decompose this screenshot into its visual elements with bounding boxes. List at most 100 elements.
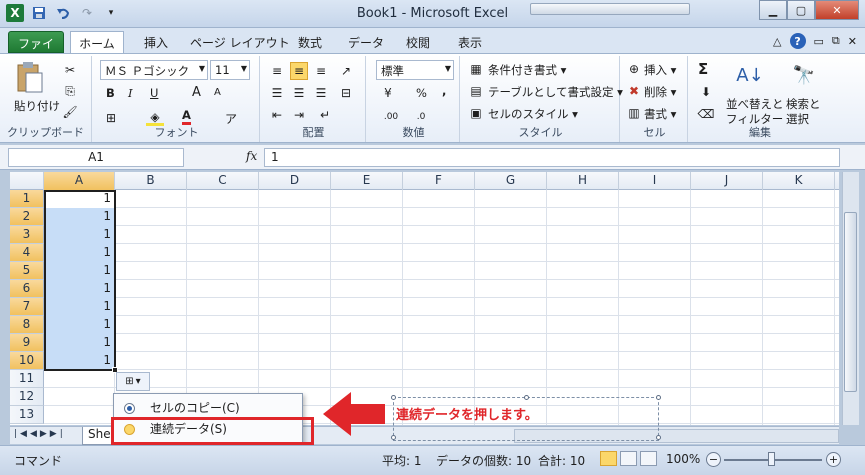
conditional-format-icon[interactable]: ▦ (468, 61, 484, 77)
autofill-option[interactable]: セルのコピー(C) (114, 398, 302, 419)
tab-home[interactable]: ホーム (70, 31, 124, 53)
autofill-options-button[interactable]: ⊞ ▾ (116, 372, 150, 391)
row-header[interactable]: 3 (10, 226, 44, 244)
align-top-icon[interactable]: ≡ (268, 62, 286, 80)
cell-styles-button[interactable]: セルのスタイル ▾ (488, 106, 578, 122)
align-right-icon[interactable]: ☰ (312, 84, 330, 102)
row-header[interactable]: 5 (10, 262, 44, 280)
doc-minimize-icon[interactable]: ▭ (814, 35, 824, 48)
merge-center-icon[interactable]: ⊟ (336, 84, 356, 102)
formula-input[interactable]: 1 (264, 148, 840, 167)
font-size-select[interactable]: 11 ▼ (210, 60, 250, 80)
insert-cells-button[interactable]: 挿入 ▾ (644, 62, 676, 78)
zoom-slider-knob[interactable] (768, 452, 775, 466)
bold-button[interactable]: B (106, 86, 115, 100)
normal-view-button[interactable] (600, 451, 617, 466)
sheet-nav-arrows-icon[interactable]: |◀◀▶▶| (14, 429, 66, 439)
increase-indent-icon[interactable]: ⇥ (290, 106, 308, 124)
find-select-icon[interactable]: 🔭 (790, 60, 818, 90)
font-color-button[interactable]: A (182, 108, 191, 125)
italic-button[interactable]: I (128, 86, 133, 100)
resize-handle[interactable] (656, 395, 661, 400)
format-as-table-button[interactable]: テーブルとして書式設定 ▾ (488, 84, 623, 100)
column-header[interactable]: J (691, 172, 763, 190)
shrink-font-button[interactable]: A (214, 87, 221, 98)
minimize-button[interactable]: ▁ (759, 0, 787, 20)
zoom-level[interactable]: 100% (666, 452, 700, 466)
fill-icon[interactable]: ⬇ (698, 84, 714, 100)
tab-view[interactable]: 表示 (452, 31, 488, 53)
format-painter-icon[interactable]: 🖌 (62, 104, 78, 120)
maximize-button[interactable]: ▢ (787, 0, 815, 20)
tab-review[interactable]: 校閲 (400, 31, 436, 53)
comma-button[interactable]: , (442, 84, 446, 98)
copy-icon[interactable]: ⎘ (62, 83, 78, 99)
resize-handle[interactable] (524, 395, 529, 400)
row-header[interactable]: 7 (10, 298, 44, 316)
align-middle-icon[interactable]: ≡ (290, 62, 308, 80)
format-cells-icon[interactable]: ▥ (626, 105, 642, 121)
column-header[interactable]: D (259, 172, 331, 190)
page-layout-view-button[interactable] (620, 451, 637, 466)
font-name-select[interactable]: ＭＳ Ｐゴシック ▼ (100, 60, 208, 80)
resize-handle[interactable] (391, 435, 396, 440)
find-select-line1[interactable]: 検索と (786, 96, 821, 112)
row-header[interactable]: 1 (10, 190, 44, 208)
align-left-icon[interactable]: ☰ (268, 84, 286, 102)
insert-function-button[interactable]: fx (246, 149, 257, 163)
tab-data[interactable]: データ (342, 31, 390, 53)
paste-button[interactable]: 貼り付け (14, 98, 60, 114)
column-header[interactable]: K (763, 172, 835, 190)
resize-handle[interactable] (391, 395, 396, 400)
underline-button[interactable]: U (150, 86, 158, 100)
column-header[interactable]: H (547, 172, 619, 190)
cut-icon[interactable]: ✂ (62, 62, 78, 78)
tab-file[interactable]: ファイル (8, 31, 64, 68)
row-header[interactable]: 9 (10, 334, 44, 352)
paste-icon[interactable] (14, 60, 44, 94)
vertical-scroll-thumb[interactable] (844, 212, 857, 392)
row-header[interactable]: 8 (10, 316, 44, 334)
zoom-in-button[interactable]: + (826, 452, 841, 467)
row-header[interactable]: 2 (10, 208, 44, 226)
name-box[interactable]: A1 (8, 148, 184, 167)
resize-handle[interactable] (656, 435, 661, 440)
sort-filter-icon[interactable]: A↓ (736, 60, 764, 90)
row-header[interactable]: 6 (10, 280, 44, 298)
column-header[interactable]: B (115, 172, 187, 190)
column-header[interactable]: I (619, 172, 691, 190)
cell-styles-icon[interactable]: ▣ (468, 105, 484, 121)
wrap-text-icon[interactable]: ↵ (314, 106, 336, 124)
insert-cells-icon[interactable]: ⊕ (626, 61, 642, 77)
horizontal-scroll-thumb[interactable] (530, 3, 690, 15)
close-button[interactable]: ✕ (815, 0, 859, 20)
align-bottom-icon[interactable]: ≡ (312, 62, 330, 80)
tab-page-layout[interactable]: ページ レイアウト (184, 31, 296, 53)
column-header[interactable]: G (475, 172, 547, 190)
delete-cells-button[interactable]: 削除 ▾ (644, 84, 676, 100)
align-center-icon[interactable]: ☰ (290, 84, 308, 102)
sort-filter-line1[interactable]: 並べ替えと (726, 96, 784, 112)
column-header[interactable]: E (331, 172, 403, 190)
column-header[interactable]: F (403, 172, 475, 190)
page-break-view-button[interactable] (640, 451, 657, 466)
row-header[interactable]: 12 (10, 388, 44, 406)
grow-font-button[interactable]: A (192, 85, 201, 100)
doc-restore-icon[interactable]: ⧉ (832, 34, 840, 48)
select-all-corner[interactable] (10, 172, 44, 190)
row-header[interactable]: 10 (10, 352, 44, 370)
doc-close-icon[interactable]: ✕ (848, 35, 857, 48)
conditional-format-button[interactable]: 条件付き書式 ▾ (488, 62, 566, 78)
column-header[interactable]: C (187, 172, 259, 190)
column-header[interactable]: A (44, 172, 115, 190)
row-header[interactable]: 4 (10, 244, 44, 262)
percent-button[interactable]: % (416, 86, 427, 100)
clear-icon[interactable]: ⌫ (698, 106, 715, 122)
collapse-ribbon-icon[interactable]: △ (773, 35, 781, 48)
row-header[interactable]: 13 (10, 406, 44, 424)
format-cells-button[interactable]: 書式 ▾ (644, 106, 676, 122)
tab-insert[interactable]: 挿入 (138, 31, 174, 53)
number-format-select[interactable]: 標準 ▼ (376, 60, 454, 80)
orientation-icon[interactable]: ↗ (336, 62, 356, 80)
delete-cells-icon[interactable]: ✖ (626, 83, 642, 99)
